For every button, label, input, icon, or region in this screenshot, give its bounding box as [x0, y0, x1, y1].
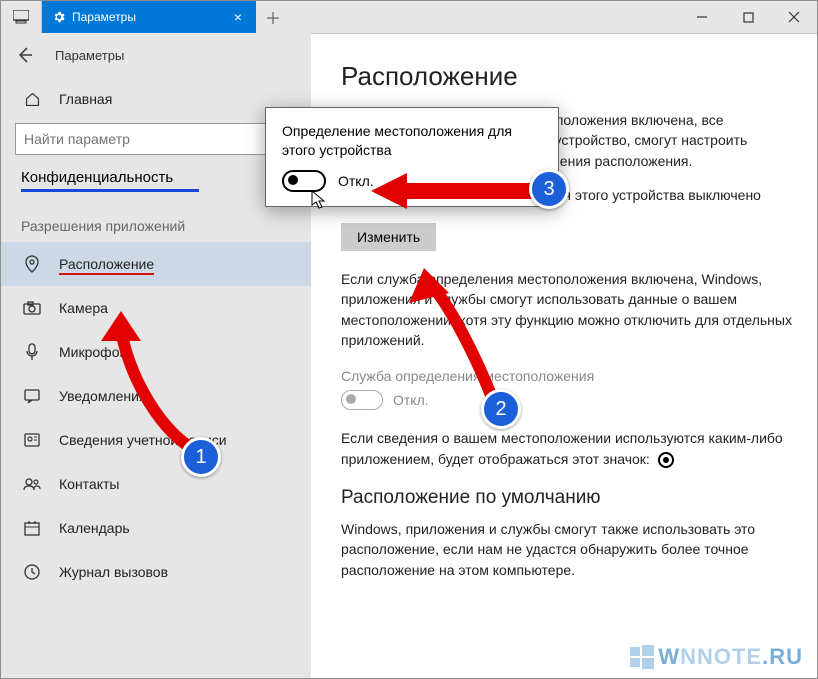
sidebar-item-label: Расположение: [59, 256, 154, 272]
windows-logo-icon: [630, 645, 654, 669]
camera-icon: [21, 301, 43, 315]
location-service-toggle: Откл.: [341, 390, 793, 410]
sidebar-item-label: Календарь: [59, 520, 130, 536]
home-icon: [21, 91, 43, 108]
sidebar-category-privacy[interactable]: Конфиденциальность: [21, 169, 199, 192]
device-location-popup: Определение местоположения для этого уст…: [265, 107, 559, 207]
toggle-knob: [346, 394, 356, 404]
sidebar-item-label: Контакты: [59, 476, 119, 492]
calendar-icon: [21, 520, 43, 536]
callhistory-icon: [21, 564, 43, 580]
sidebar-item-account[interactable]: Сведения учетной записи: [1, 418, 311, 462]
gear-icon: [52, 10, 66, 24]
sidebar-item-label: Сведения учетной записи: [59, 432, 227, 448]
location-icon-paragraph: Если сведения о вашем местоположении исп…: [341, 428, 793, 469]
sidebar-item-label: Уведомления: [59, 388, 147, 404]
location-in-use-icon: [658, 452, 674, 468]
sidebar-title: Параметры: [55, 48, 124, 63]
sidebar-item-location[interactable]: Расположение: [1, 242, 311, 286]
taskview-icon: [13, 10, 29, 24]
popup-toggle-label: Откл.: [338, 173, 374, 189]
sidebar-item-label: Микрофон: [59, 344, 127, 360]
toggle-state-label: Откл.: [393, 392, 429, 408]
sidebar-header: Параметры: [1, 33, 311, 77]
minimize-button[interactable]: [679, 1, 725, 33]
notifications-icon: [21, 388, 43, 404]
sidebar-item-contacts[interactable]: Контакты: [1, 462, 311, 506]
tab-settings[interactable]: Параметры ×: [42, 1, 256, 33]
change-button[interactable]: Изменить: [341, 223, 436, 251]
tab-close-icon[interactable]: ×: [226, 9, 250, 25]
sidebar-item-callhistory[interactable]: Журнал вызовов: [1, 550, 311, 594]
watermark: WNNOTE.RU: [630, 644, 803, 670]
sidebar-item-label: Камера: [59, 300, 108, 316]
popup-text: Определение местоположения для этого уст…: [282, 122, 542, 160]
search-input[interactable]: [15, 123, 297, 155]
back-button[interactable]: [15, 45, 35, 65]
maximize-button[interactable]: [725, 1, 771, 33]
microphone-icon: [21, 343, 43, 361]
sidebar-item-camera[interactable]: Камера: [1, 286, 311, 330]
new-tab-button[interactable]: ＋: [256, 1, 290, 33]
sidebar-item-microphone[interactable]: Микрофон: [1, 330, 311, 374]
sidebar-item-calendar[interactable]: Календарь: [1, 506, 311, 550]
popup-toggle-knob: [288, 175, 298, 185]
popup-toggle-track: [282, 170, 326, 192]
tab-label: Параметры: [72, 10, 226, 24]
sidebar-item-notifications[interactable]: Уведомления: [1, 374, 311, 418]
default-location-heading: Расположение по умолчанию: [341, 487, 793, 509]
search-field[interactable]: [22, 130, 274, 148]
taskview-button[interactable]: [1, 1, 42, 33]
sidebar-item-label: Журнал вызовов: [59, 564, 168, 580]
account-icon: [21, 432, 43, 448]
page-title: Расположение: [341, 61, 793, 92]
default-location-paragraph: Windows, приложения и службы смогут такж…: [341, 519, 793, 580]
location-icon: [21, 255, 43, 273]
contacts-icon: [21, 477, 43, 491]
titlebar: Параметры × ＋: [1, 1, 817, 34]
popup-toggle[interactable]: Откл.: [282, 170, 542, 192]
toggle-track: [341, 390, 383, 410]
location-service-label: Служба определения местоположения: [341, 368, 793, 384]
cursor-icon: [311, 190, 327, 210]
sidebar-item-label: Главная: [59, 91, 112, 107]
settings-window: Параметры × ＋ Параметры Главная: [0, 0, 818, 679]
close-button[interactable]: [771, 1, 817, 33]
explain-paragraph: Если служба определения местоположения в…: [341, 269, 793, 350]
window-controls: [679, 1, 817, 33]
